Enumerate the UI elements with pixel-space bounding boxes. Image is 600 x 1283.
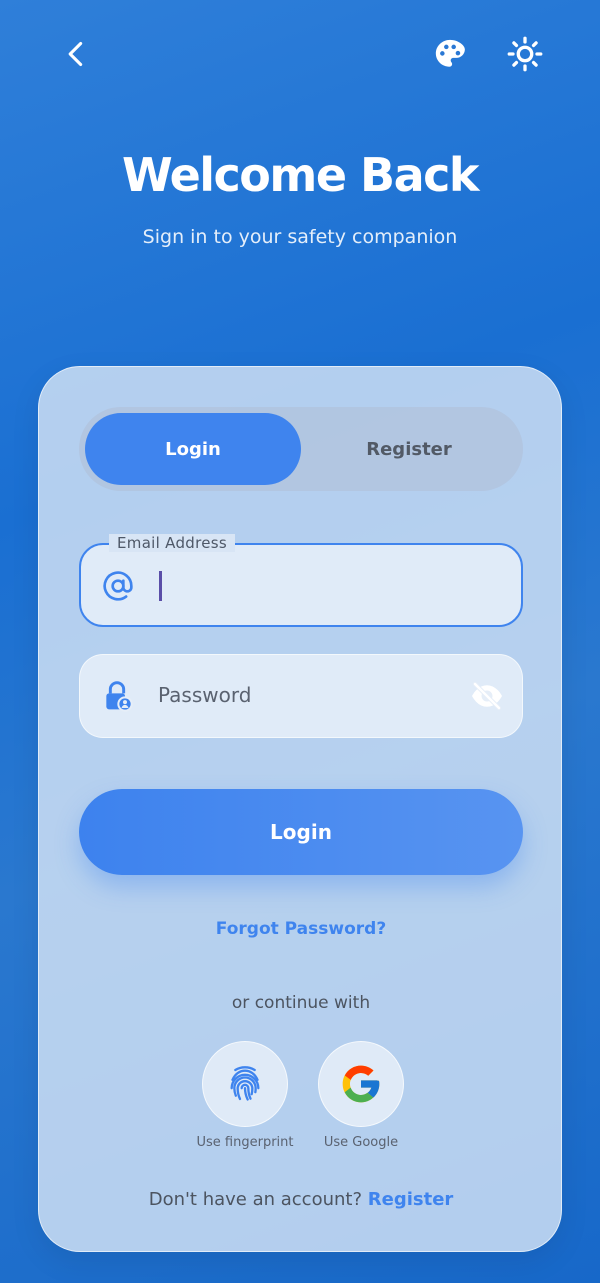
forgot-password-link[interactable]: Forgot Password? bbox=[39, 919, 563, 939]
password-input[interactable] bbox=[158, 655, 458, 735]
theme-toggle-button[interactable] bbox=[501, 30, 549, 78]
page-title: Welcome Back bbox=[121, 148, 480, 202]
fingerprint-button[interactable] bbox=[202, 1041, 288, 1127]
eye-off-icon bbox=[472, 681, 502, 711]
register-link[interactable]: Register bbox=[368, 1189, 454, 1210]
register-prompt-text: Don't have an account? bbox=[148, 1189, 363, 1210]
login-button[interactable]: Login bbox=[79, 789, 523, 875]
google-button[interactable] bbox=[318, 1041, 404, 1127]
page-subtitle: Sign in to your safety companion bbox=[142, 226, 458, 248]
google-label: Use Google bbox=[323, 1135, 399, 1150]
login-card: Login Register Email Address Login Forgo… bbox=[38, 366, 562, 1252]
palette-button[interactable] bbox=[426, 30, 474, 78]
toggle-password-visibility[interactable] bbox=[468, 679, 506, 713]
email-field[interactable]: Email Address bbox=[79, 534, 523, 627]
google-logo-icon bbox=[342, 1065, 380, 1103]
tab-login[interactable]: Login bbox=[85, 413, 301, 485]
password-field[interactable] bbox=[79, 654, 523, 738]
sun-icon bbox=[507, 36, 543, 72]
register-prompt: Don't have an account? Register bbox=[39, 1189, 563, 1210]
email-input[interactable] bbox=[159, 545, 459, 625]
social-divider-text: or continue with bbox=[231, 993, 371, 1013]
tab-register[interactable]: Register bbox=[301, 413, 517, 485]
chevron-left-icon bbox=[68, 41, 83, 67]
palette-icon bbox=[435, 39, 465, 67]
top-bar bbox=[0, 0, 600, 110]
back-button[interactable] bbox=[52, 30, 100, 78]
auth-tabs: Login Register bbox=[79, 407, 523, 491]
fingerprint-icon bbox=[230, 1066, 260, 1101]
at-sign-icon bbox=[101, 569, 135, 603]
lock-user-icon bbox=[100, 679, 134, 713]
